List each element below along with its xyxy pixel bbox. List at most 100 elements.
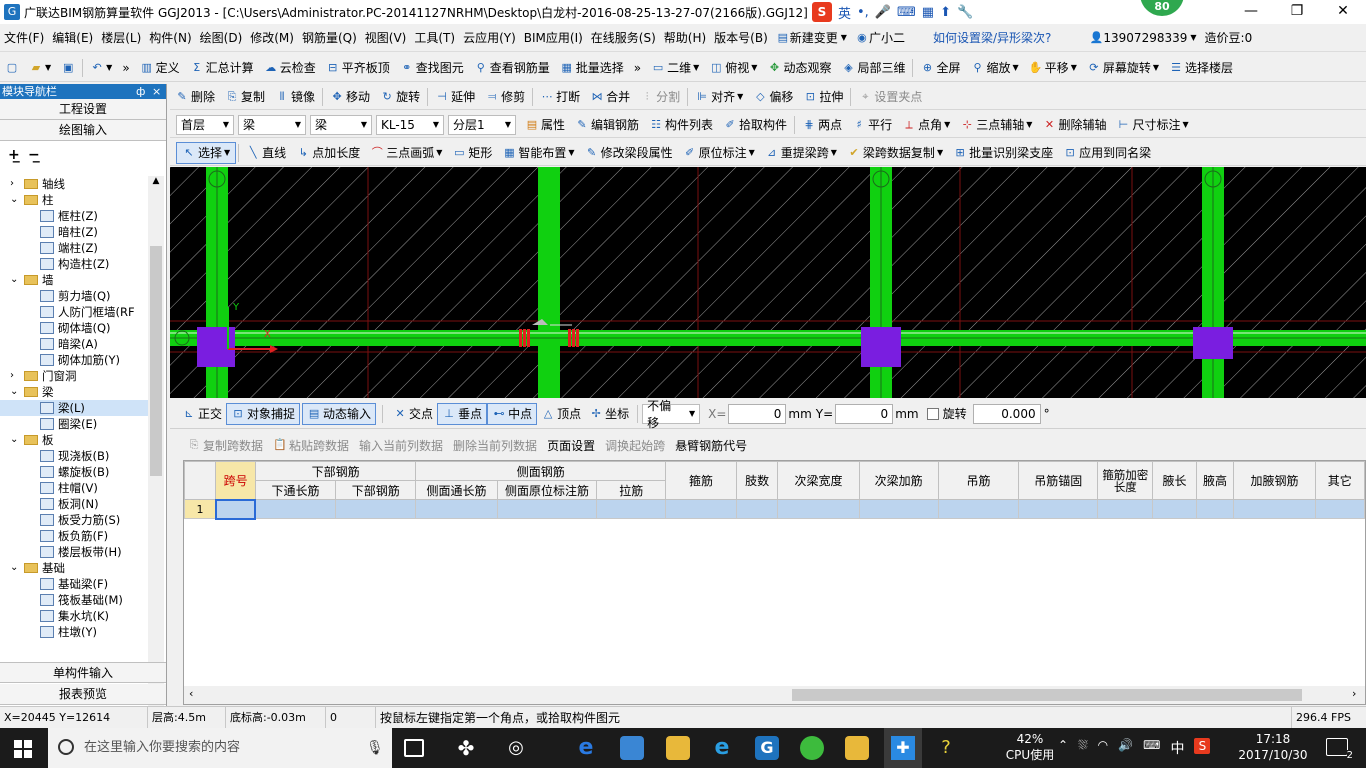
stretch-button[interactable]: ⊡ 拉伸 xyxy=(798,86,848,108)
notification-icon[interactable]: 2 xyxy=(1326,738,1353,761)
tree-item[interactable]: 螺旋板(B) xyxy=(0,464,150,480)
tree-item[interactable]: 砌体墙(Q) xyxy=(0,320,150,336)
paste-span-data-button[interactable]: 📋 粘贴跨数据 xyxy=(268,437,354,454)
col-stirrup-dense-length[interactable]: 箍筋加密长度 xyxy=(1097,461,1154,500)
find-element-button[interactable]: ⚭ 查找图元 xyxy=(395,57,469,79)
report-preview-button[interactable]: 报表预览 xyxy=(0,684,166,705)
menu-item[interactable]: 工具(T) xyxy=(410,24,459,52)
task-view-icon[interactable] xyxy=(404,739,424,757)
x-offset-input[interactable]: 0 xyxy=(728,403,787,424)
table-cell[interactable] xyxy=(496,499,598,519)
input-column-button[interactable]: 输入当前列数据 xyxy=(354,437,448,454)
cloud-check-button[interactable]: ☁ 云检查 xyxy=(259,57,321,79)
minimize-button[interactable]: — xyxy=(1228,0,1274,24)
ortho-toggle[interactable]: ⊾ 正交 xyxy=(178,403,226,425)
tree-folder[interactable]: ⌄ 柱 xyxy=(0,192,150,208)
col-stirrup[interactable]: 箍筋 xyxy=(665,461,737,500)
col-sec-beam-width[interactable]: 次梁宽度 xyxy=(777,461,860,500)
point-length-button[interactable]: ↳ 点加长度 xyxy=(291,142,365,164)
tree-item[interactable]: 砌体加筋(Y) xyxy=(0,352,150,368)
tree-expander-icon[interactable]: ⌄ xyxy=(10,272,24,288)
taskbar-search[interactable]: 在这里输入你要搜索的内容 🎙 xyxy=(48,728,392,768)
file-explorer-icon[interactable] xyxy=(666,736,690,760)
perpendicular-snap[interactable]: ⊥ 垂点 xyxy=(437,402,488,425)
col-side-in-situ[interactable]: 侧面原位标注筋 xyxy=(496,480,598,500)
smart-layout-button[interactable]: ▦ 智能布置 ▼ xyxy=(497,142,579,164)
hscroll-thumb[interactable] xyxy=(792,689,1302,701)
user-account[interactable]: 👤 13907298339 ▼ xyxy=(1085,24,1200,52)
skin-icon[interactable]: ▦ xyxy=(922,5,934,20)
col-bottom-rebar[interactable]: 下部钢筋 xyxy=(335,480,417,500)
wrench-icon[interactable]: 🔧 xyxy=(957,5,973,20)
table-cell-selected[interactable] xyxy=(214,498,257,520)
tree-item[interactable]: 楼层板带(H) xyxy=(0,544,150,560)
close-button[interactable]: ✕ xyxy=(1320,0,1366,24)
intersection-snap[interactable]: ✕ 交点 xyxy=(389,403,437,425)
score-badge[interactable]: 80 xyxy=(1140,0,1184,16)
open-file-button[interactable]: ▰ ▼ xyxy=(24,57,56,79)
table-cell[interactable] xyxy=(335,499,417,519)
extend-button[interactable]: ⊣ 延伸 xyxy=(430,86,480,108)
menu-item[interactable]: 楼层(L) xyxy=(97,24,145,52)
tree-folder[interactable]: ⌄ 梁 xyxy=(0,384,150,400)
tree-folder[interactable]: ⌄ 墙 xyxy=(0,272,150,288)
menu-item[interactable]: 视图(V) xyxy=(361,24,411,52)
new-file-button[interactable]: ▢ xyxy=(0,57,24,79)
windows-start-icon[interactable] xyxy=(14,740,32,758)
screen-rotate-button[interactable]: ⟳ 屏幕旋转 ▼ xyxy=(1082,57,1164,79)
tree-expander-icon[interactable]: ⌄ xyxy=(10,384,24,400)
page-setup-button[interactable]: 页面设置 xyxy=(542,437,600,454)
span-data-copy-button[interactable]: ✔ 梁跨数据复制 ▼ xyxy=(842,142,948,164)
trim-button[interactable]: ⫤ 修剪 xyxy=(480,86,530,108)
offset-button[interactable]: ◇ 偏移 xyxy=(748,86,798,108)
rotate-checkbox[interactable] xyxy=(926,407,939,420)
help-app-icon[interactable]: ? xyxy=(934,736,958,760)
pin-icon[interactable]: ф xyxy=(136,84,145,99)
column[interactable] xyxy=(197,327,235,367)
tree-expander-icon[interactable]: ⌄ xyxy=(10,432,24,448)
table-cell[interactable] xyxy=(1097,499,1154,519)
dynamic-input-toggle[interactable]: ▤ 动态输入 xyxy=(302,402,377,425)
table-hscrollbar[interactable]: ‹ › xyxy=(184,686,1365,704)
col-span-number[interactable]: 跨号 xyxy=(215,461,256,500)
drawing-canvas[interactable]: Y X xyxy=(170,167,1366,398)
offset-mode-dropdown[interactable]: 不偏移 ▼ xyxy=(642,399,701,430)
col-tie[interactable]: 拉筋 xyxy=(596,480,667,500)
align-slab-top-button[interactable]: ⊟ 平齐板顶 xyxy=(321,57,395,79)
scroll-thumb[interactable] xyxy=(150,246,162,476)
volume-icon[interactable]: 🔊 xyxy=(1118,738,1133,758)
col-bottom-through[interactable]: 下通长筋 xyxy=(254,480,337,500)
re-extract-span-button[interactable]: ⊿ 重提梁跨 ▼ xyxy=(760,142,842,164)
table-cell[interactable] xyxy=(1314,499,1365,519)
menu-item[interactable]: 帮助(H) xyxy=(660,24,710,52)
tree-scrollbar[interactable]: ▲ ▼ xyxy=(148,176,164,724)
tree-item[interactable]: 人防门框墙(RF xyxy=(0,304,150,320)
punctuation-icon[interactable]: •, xyxy=(857,5,869,20)
local-3d-button[interactable]: ◈ 局部三维 xyxy=(836,57,910,79)
price-beans[interactable]: 造价豆:0 xyxy=(1201,24,1257,52)
menu-item[interactable]: BIM应用(I) xyxy=(520,24,587,52)
cpu-usage-widget[interactable]: 42% CPU使用 xyxy=(1000,731,1060,763)
menu-item[interactable]: 云应用(Y) xyxy=(459,24,520,52)
more-icon[interactable]: » xyxy=(117,57,134,79)
menu-item[interactable]: 绘图(D) xyxy=(196,24,247,52)
edge-browser-icon[interactable]: e xyxy=(574,736,598,760)
wifi-icon[interactable]: ◠ xyxy=(1098,738,1108,758)
move-button[interactable]: ✥ 移动 xyxy=(325,86,375,108)
col-hanger-anchor[interactable]: 吊筋锚固 xyxy=(1018,461,1099,500)
tree-folder[interactable]: ⌄ 基础 xyxy=(0,560,150,576)
input-language[interactable]: 中 xyxy=(1170,738,1184,758)
merge-button[interactable]: ⋈ 合并 xyxy=(585,86,635,108)
tree-item[interactable]: 暗梁(A) xyxy=(0,336,150,352)
tree-item[interactable]: 板受力筋(S) xyxy=(0,512,150,528)
store-icon[interactable] xyxy=(620,736,644,760)
tree-item[interactable]: 暗柱(Z) xyxy=(0,224,150,240)
copy-button[interactable]: ⎘ 复制 xyxy=(220,86,270,108)
tree-folder[interactable]: ⌄ 板 xyxy=(0,432,150,448)
col-legs[interactable]: 肢数 xyxy=(735,461,779,500)
table-cell[interactable] xyxy=(254,499,337,519)
menu-item[interactable]: 构件(N) xyxy=(145,24,195,52)
menu-item[interactable]: 修改(M) xyxy=(246,24,298,52)
menu-item[interactable]: 编辑(E) xyxy=(48,24,97,52)
pick-component-button[interactable]: ✐ 拾取构件 xyxy=(718,114,792,136)
